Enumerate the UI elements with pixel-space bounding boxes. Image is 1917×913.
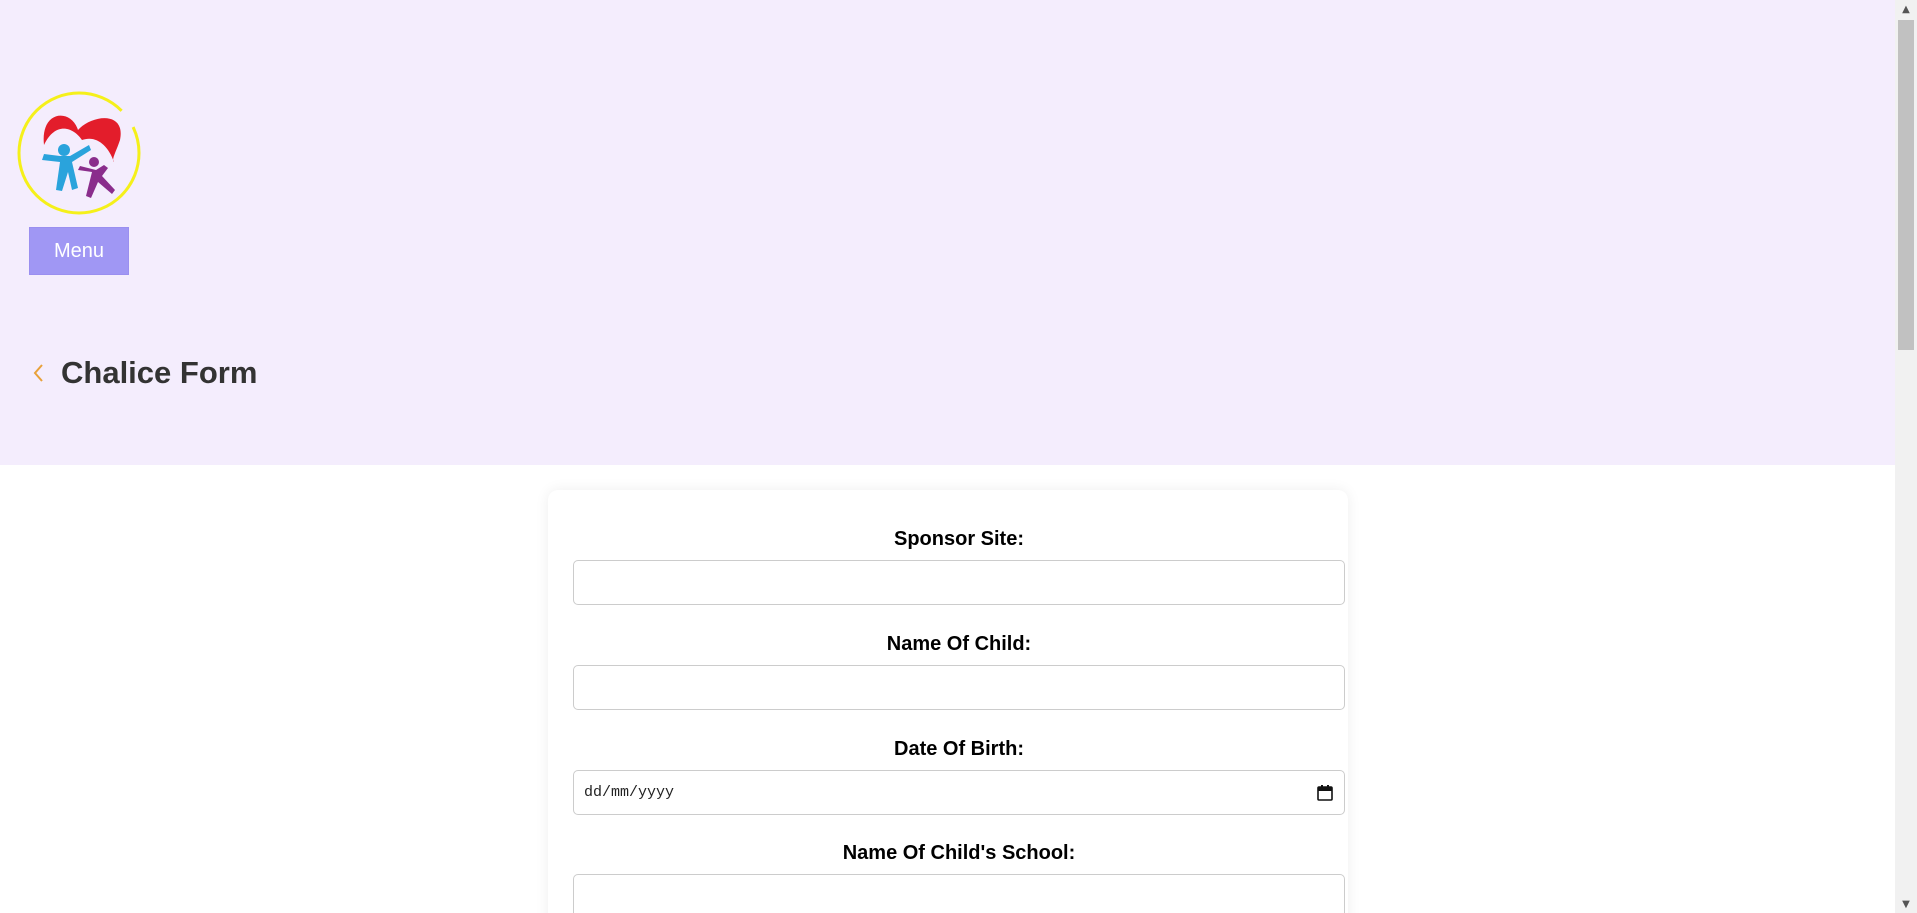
- field-date-of-birth: Date Of Birth: dd/mm/yyyy: [573, 734, 1345, 815]
- chevron-left-icon[interactable]: [27, 358, 49, 388]
- field-label: Sponsor Site:: [893, 528, 1024, 550]
- name-of-child-input[interactable]: [573, 665, 1345, 710]
- field-name-of-child: Name Of Child:: [573, 629, 1345, 710]
- header: Menu Chalice Form: [0, 0, 1895, 465]
- field-sponsor-site: Sponsor Site:: [573, 524, 1345, 605]
- calendar-icon[interactable]: [1316, 784, 1334, 802]
- name-of-childs-school-input[interactable]: [573, 874, 1345, 913]
- page-title: Chalice Form: [61, 355, 258, 390]
- date-of-birth-input[interactable]: dd/mm/yyyy: [573, 770, 1345, 815]
- field-label: Name Of Child:: [886, 633, 1032, 655]
- field-label: Date Of Birth:: [894, 738, 1024, 760]
- scrollbar-thumb[interactable]: [1898, 20, 1914, 350]
- scroll-up-arrow-icon[interactable]: ▲: [1895, 0, 1917, 18]
- menu-button[interactable]: Menu: [29, 227, 129, 275]
- field-label: Name Of Child's School:: [842, 842, 1076, 864]
- field-name-of-childs-school: Name Of Child's School:: [573, 838, 1345, 913]
- logo[interactable]: [16, 90, 142, 216]
- scroll-down-arrow-icon[interactable]: ▼: [1895, 895, 1917, 913]
- date-placeholder: dd/mm/yyyy: [584, 784, 675, 801]
- menu-button-label: Menu: [53, 239, 105, 262]
- title-row: Chalice Form: [27, 350, 257, 396]
- family-heart-logo-icon: [17, 91, 141, 215]
- chalice-form: Sponsor Site: Name Of Child: Date Of Bir…: [548, 490, 1348, 913]
- vertical-scrollbar[interactable]: ▲ ▼: [1895, 0, 1917, 913]
- sponsor-site-input[interactable]: [573, 560, 1345, 605]
- page: Menu Chalice Form Sponsor Site: Name Of …: [0, 0, 1895, 913]
